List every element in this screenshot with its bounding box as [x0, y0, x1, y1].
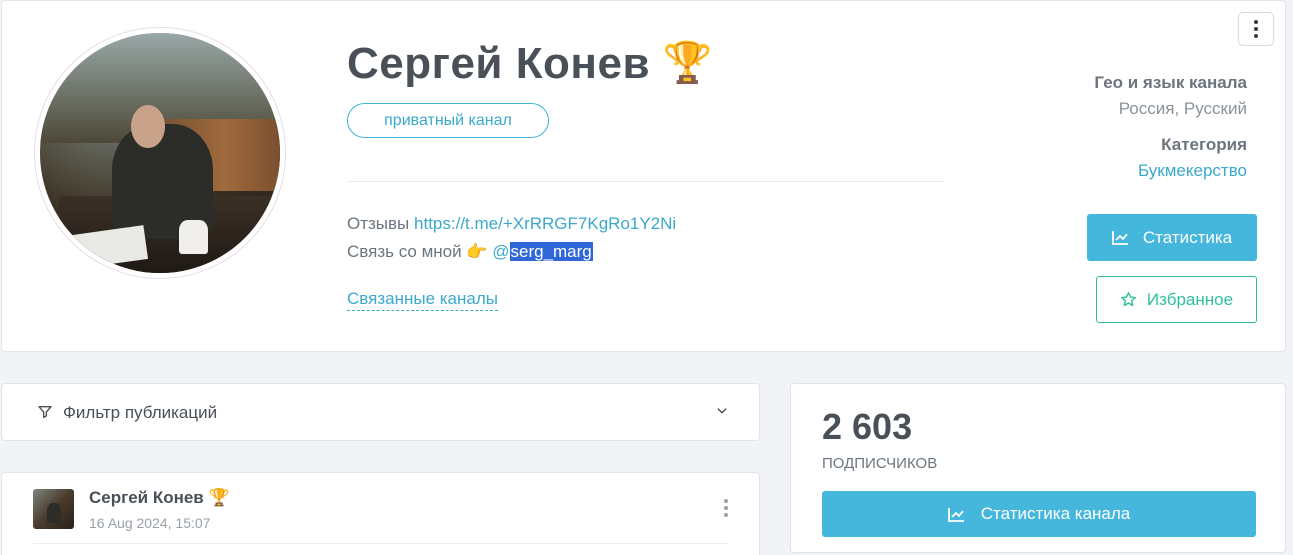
reviews-line: Отзывы https://t.me/+XrRRGF7KgRo1Y2Ni — [347, 214, 676, 234]
geo-language-block: Гео и язык канала Россия, Русский — [1094, 73, 1247, 119]
subscribers-card: 2 603 подписчиков Статистика канала — [790, 383, 1286, 553]
trophy-icon: 🏆 — [662, 41, 714, 85]
chart-line-icon — [947, 507, 964, 522]
channel-statistics-label: Статистика канала — [980, 504, 1131, 523]
avatar-photo — [40, 33, 280, 273]
subscribers-label: подписчиков — [822, 455, 938, 472]
filter-icon — [38, 406, 52, 418]
divider — [347, 181, 944, 182]
chevron-down-icon — [717, 408, 727, 414]
statistics-label: Статистика — [1142, 227, 1233, 247]
post-author: Сергей Конев 🏆 — [89, 488, 230, 508]
channel-statistics-button[interactable]: Статистика канала — [822, 491, 1256, 537]
contact-handle-link[interactable]: @serg_marg — [492, 242, 593, 261]
subscribers-count: 2 603 — [822, 406, 913, 447]
reviews-link[interactable]: https://t.me/+XrRRGF7KgRo1Y2Ni — [414, 214, 676, 233]
geo-value: Россия, Русский — [1118, 99, 1247, 118]
chart-line-icon — [1111, 231, 1128, 245]
favorite-button[interactable]: Избранное — [1096, 276, 1257, 323]
geo-label: Гео и язык канала — [1094, 73, 1247, 92]
private-channel-badge: приватный канал — [347, 103, 549, 138]
favorite-label: Избранное — [1146, 289, 1234, 309]
reviews-label: Отзывы — [347, 214, 410, 233]
channel-title: Сергей Конев 🏆 — [347, 39, 713, 89]
star-outline-icon — [1120, 292, 1136, 307]
channel-title-text: Сергей Конев — [347, 39, 651, 88]
category-label: Категория — [1161, 135, 1247, 154]
channel-profile-card: Сергей Конев 🏆 приватный канал Отзывы ht… — [1, 0, 1286, 352]
related-channels-link[interactable]: Связанные каналы — [347, 289, 498, 311]
post-more-button[interactable] — [724, 499, 728, 517]
post-author-name: Сергей Конев — [89, 488, 204, 507]
more-vertical-icon — [1254, 20, 1258, 38]
publications-filter[interactable]: Фильтр публикаций — [1, 383, 760, 441]
post-author-avatar — [33, 489, 74, 529]
filter-label: Фильтр публикаций — [63, 403, 218, 422]
pointing-hand-icon: 👉 — [466, 242, 488, 261]
trophy-icon: 🏆 — [208, 488, 230, 507]
more-options-button[interactable] — [1238, 12, 1274, 46]
channel-avatar — [34, 27, 286, 279]
post-date: 16 Aug 2024, 15:07 — [89, 515, 211, 531]
divider — [33, 543, 728, 544]
contact-label: Связь со мной — [347, 242, 462, 261]
contact-handle-selected: serg_marg — [509, 242, 593, 261]
category-block: Категория Букмекерство — [1138, 135, 1247, 181]
contact-line: Связь со мной 👉 @serg_marg — [347, 242, 593, 262]
category-link[interactable]: Букмекерство — [1138, 161, 1247, 181]
contact-at: @ — [492, 242, 510, 261]
statistics-button[interactable]: Статистика — [1087, 214, 1257, 261]
post-card: Сергей Конев 🏆 16 Aug 2024, 15:07 — [1, 472, 760, 555]
